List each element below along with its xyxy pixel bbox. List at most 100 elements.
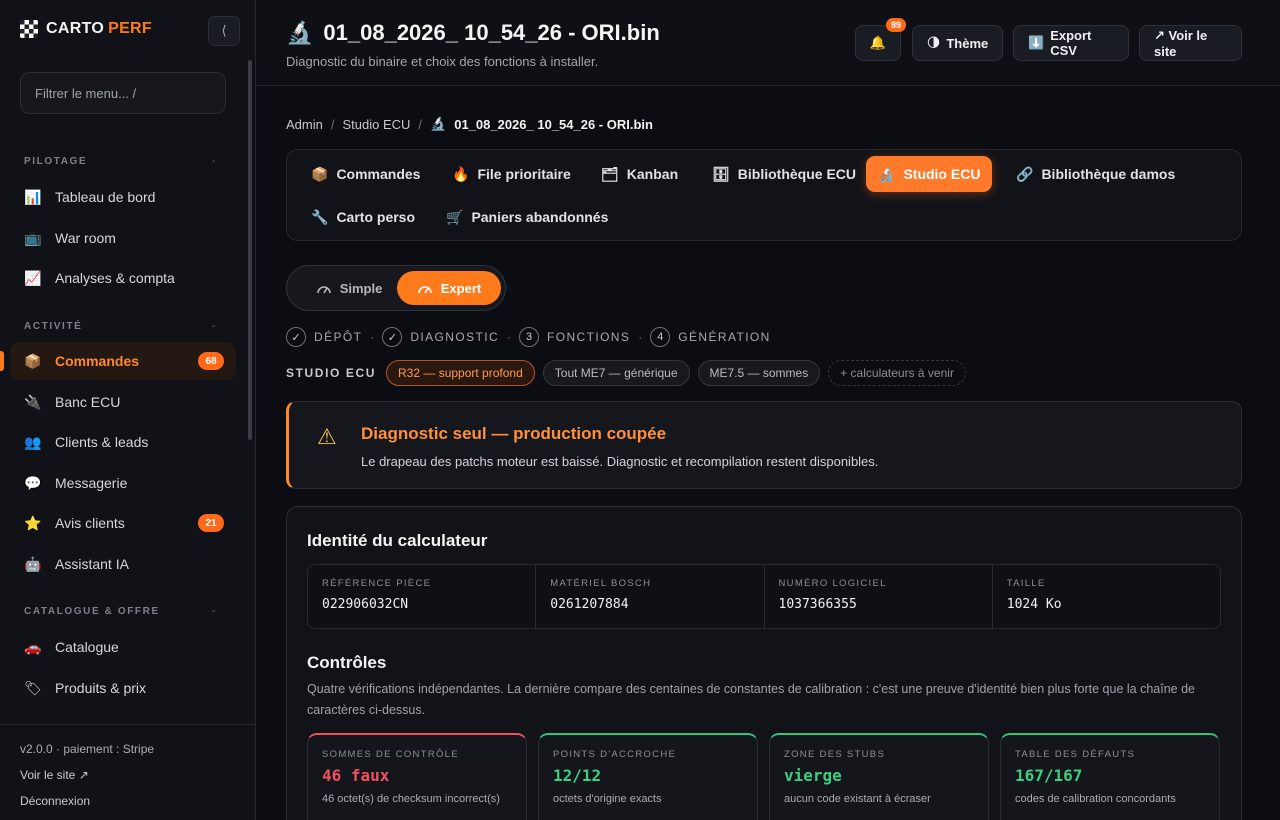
checkmark-icon: ✓ (382, 327, 403, 347)
sidebar-item-analyses[interactable]: 📈 Analyses & compta (10, 259, 236, 297)
sidebar-item-war-room[interactable]: 📺 War room (10, 219, 236, 257)
export-csv-button[interactable]: ⬇️ Export CSV (1013, 25, 1129, 61)
tab-bibliotheque-ecu[interactable]: 🗄 Bibliothèque ECU (700, 156, 868, 192)
control-detail: codes de calibration concordants (1015, 793, 1176, 805)
control-checksums: SOMMES DE CONTRÔLE 46 faux 46 octet(s) d… (307, 733, 527, 820)
step-separator: · (638, 330, 643, 344)
breadcrumb: Admin / Studio ECU / 🔬 01_08_2026_ 10_54… (286, 116, 653, 132)
tab-bibliotheque-damos[interactable]: 🔗 Bibliothèque damos (1004, 156, 1187, 192)
package-icon: 📦 (24, 352, 42, 369)
users-icon: 👥 (24, 433, 42, 450)
studio-ecu-label: STUDIO ECU (286, 366, 377, 380)
theme-button[interactable]: 🌗 Thème (912, 25, 1003, 61)
mode-simple-label: Simple (339, 280, 383, 296)
top-header: 🔬 01_08_2026_ 10_54_26 - ORI.bin Diagnos… (256, 0, 1280, 86)
support-chip-upcoming: + calculateurs à venir (828, 360, 966, 386)
mode-expert-button[interactable]: Expert (397, 271, 501, 305)
mode-toggle: Simple Expert (286, 265, 506, 311)
collapse-sidebar-button[interactable]: ⟨ (208, 16, 240, 46)
sidebar-item-assistant-ia[interactable]: 🤖 Assistant IA (10, 545, 236, 583)
control-stub-zone: ZONE DES STUBS vierge aucun code existan… (769, 733, 989, 820)
step-separator: · (370, 330, 375, 344)
step-number: 4 (650, 327, 671, 347)
notification-count-badge: 89 (885, 18, 906, 32)
bell-icon: 🔔 (869, 35, 887, 50)
view-site-link[interactable]: Voir le site ↗ (20, 768, 89, 782)
gauge-icon (417, 286, 432, 294)
link-icon: 🔗 (1016, 165, 1034, 182)
alert-text: Le drapeau des patchs moteur est baissé.… (361, 454, 879, 469)
tab-carto-perso[interactable]: 🔧 Carto perso (299, 199, 427, 235)
identity-grid: RÉFÉRENCE PIÈCE 022906032CN MATÉRIEL BOS… (307, 564, 1221, 629)
step-label: GÉNÉRATION (678, 330, 771, 344)
support-chip-r32[interactable]: R32 — support profond (386, 360, 535, 386)
control-value: 46 faux (322, 766, 390, 785)
breadcrumb-studio-ecu[interactable]: Studio ECU (342, 117, 410, 132)
filing-cabinet-icon: 🗄 (712, 165, 730, 182)
control-label: ZONE DES STUBS (784, 749, 886, 760)
step-diagnostic: ✓ DIAGNOSTIC (382, 327, 499, 347)
sidebar-item-avis-clients[interactable]: ⭐ Avis clients 21 (10, 504, 236, 542)
control-detail: 46 octet(s) de checksum incorrect(s) (322, 793, 500, 805)
control-detail: aucun code existant à écraser (784, 793, 931, 805)
mode-simple-button[interactable]: Simple (297, 271, 401, 305)
section-tabs: 📦 Commandes 🔥 File prioritaire 🗂 Kanban … (286, 149, 1242, 241)
sidebar-item-clients[interactable]: 👥 Clients & leads (10, 423, 236, 461)
plug-icon: 🔌 (24, 393, 42, 410)
control-value: 12/12 (553, 766, 602, 785)
notifications-button[interactable]: 🔔 89 (855, 18, 906, 61)
sidebar-item-label: Banc ECU (55, 394, 121, 410)
sidebar-item-label: Commandes (55, 353, 140, 369)
download-icon: ⬇️ (1028, 35, 1045, 50)
sidebar-item-commandes[interactable]: 📦 Commandes 68 (0, 342, 236, 380)
tab-paniers-abandonnes[interactable]: 🛒 Paniers abandonnés (434, 199, 620, 235)
sidebar-scrollbar[interactable] (248, 60, 252, 440)
section-collapse-icon[interactable]: - (212, 606, 215, 617)
control-label: SOMMES DE CONTRÔLE (322, 749, 459, 760)
sidebar-item-catalogue[interactable]: 🚗 Catalogue (10, 628, 236, 666)
identity-field-software: NUMÉRO LOGICIEL 1037366355 (765, 565, 993, 628)
sidebar-item-label: Analyses & compta (55, 270, 175, 286)
checkmark-icon: ✓ (286, 327, 306, 347)
view-site-button[interactable]: ↗ Voir le site (1139, 25, 1242, 61)
tab-label: Kanban (626, 166, 679, 182)
sidebar-footer: v2.0.0 · paiement : Stripe Voir le site … (0, 724, 256, 820)
tab-label: Carto perso (336, 209, 416, 225)
tab-file-prioritaire[interactable]: 🔥 File prioritaire (440, 156, 583, 192)
count-badge: 21 (198, 514, 224, 532)
menu-filter-input[interactable]: Filtrer le menu... / (20, 72, 226, 114)
sidebar-item-label: War room (55, 230, 116, 246)
sidebar: CARTO PERF ⟨ Filtrer le menu... / PILOTA… (0, 0, 256, 820)
sidebar-item-produits-prix[interactable]: 🏷 Produits & prix (10, 669, 236, 707)
sidebar-item-messagerie[interactable]: 💬 Messagerie (10, 464, 236, 502)
bar-chart-icon: 📊 (24, 188, 42, 205)
logout-link[interactable]: Déconnexion (20, 794, 90, 808)
page-subtitle: Diagnostic du binaire et choix des fonct… (286, 54, 599, 69)
brand-name-part1: CARTO (46, 20, 105, 37)
sidebar-item-label: Catalogue (55, 639, 119, 655)
section-collapse-icon[interactable]: - (212, 321, 215, 332)
microscope-icon: 🔬 (430, 116, 447, 131)
sidebar-item-banc-ecu[interactable]: 🔌 Banc ECU (10, 383, 236, 421)
control-label: TABLE DES DÉFAUTS (1015, 749, 1136, 760)
field-label: NUMÉRO LOGICIEL (778, 578, 887, 589)
support-chip-me7[interactable]: Tout ME7 — générique (542, 360, 690, 386)
breadcrumb-current: 01_08_2026_ 10_54_26 - ORI.bin (454, 116, 653, 132)
breadcrumb-admin[interactable]: Admin (286, 117, 323, 132)
production-alert: ⚠ Diagnostic seul — production coupée Le… (286, 401, 1242, 489)
step-fonctions: 3 FONCTIONS (519, 327, 630, 347)
tab-commandes[interactable]: 📦 Commandes (299, 156, 432, 192)
package-icon: 📦 (311, 165, 329, 182)
brand-logo[interactable]: CARTO PERF (20, 20, 152, 38)
tab-studio-ecu[interactable]: 🔬 Studio ECU (866, 156, 993, 192)
identity-field-size: TAILLE 1024 Ko (993, 565, 1220, 628)
tab-kanban[interactable]: 🗂 Kanban (589, 156, 690, 192)
support-chip-me75[interactable]: ME7.5 — sommes (697, 360, 821, 386)
robot-icon: 🤖 (24, 555, 42, 572)
control-label: POINTS D'ACCROCHE (553, 749, 677, 760)
sidebar-nav[interactable]: PILOTAGE - 📊 Tableau de bord 📺 War room … (0, 138, 256, 724)
section-collapse-icon[interactable]: - (212, 156, 215, 167)
sidebar-item-tableau-de-bord[interactable]: 📊 Tableau de bord (10, 178, 236, 216)
page-title: 🔬 01_08_2026_ 10_54_26 - ORI.bin (286, 20, 660, 46)
export-csv-label: Export CSV (1050, 28, 1092, 58)
